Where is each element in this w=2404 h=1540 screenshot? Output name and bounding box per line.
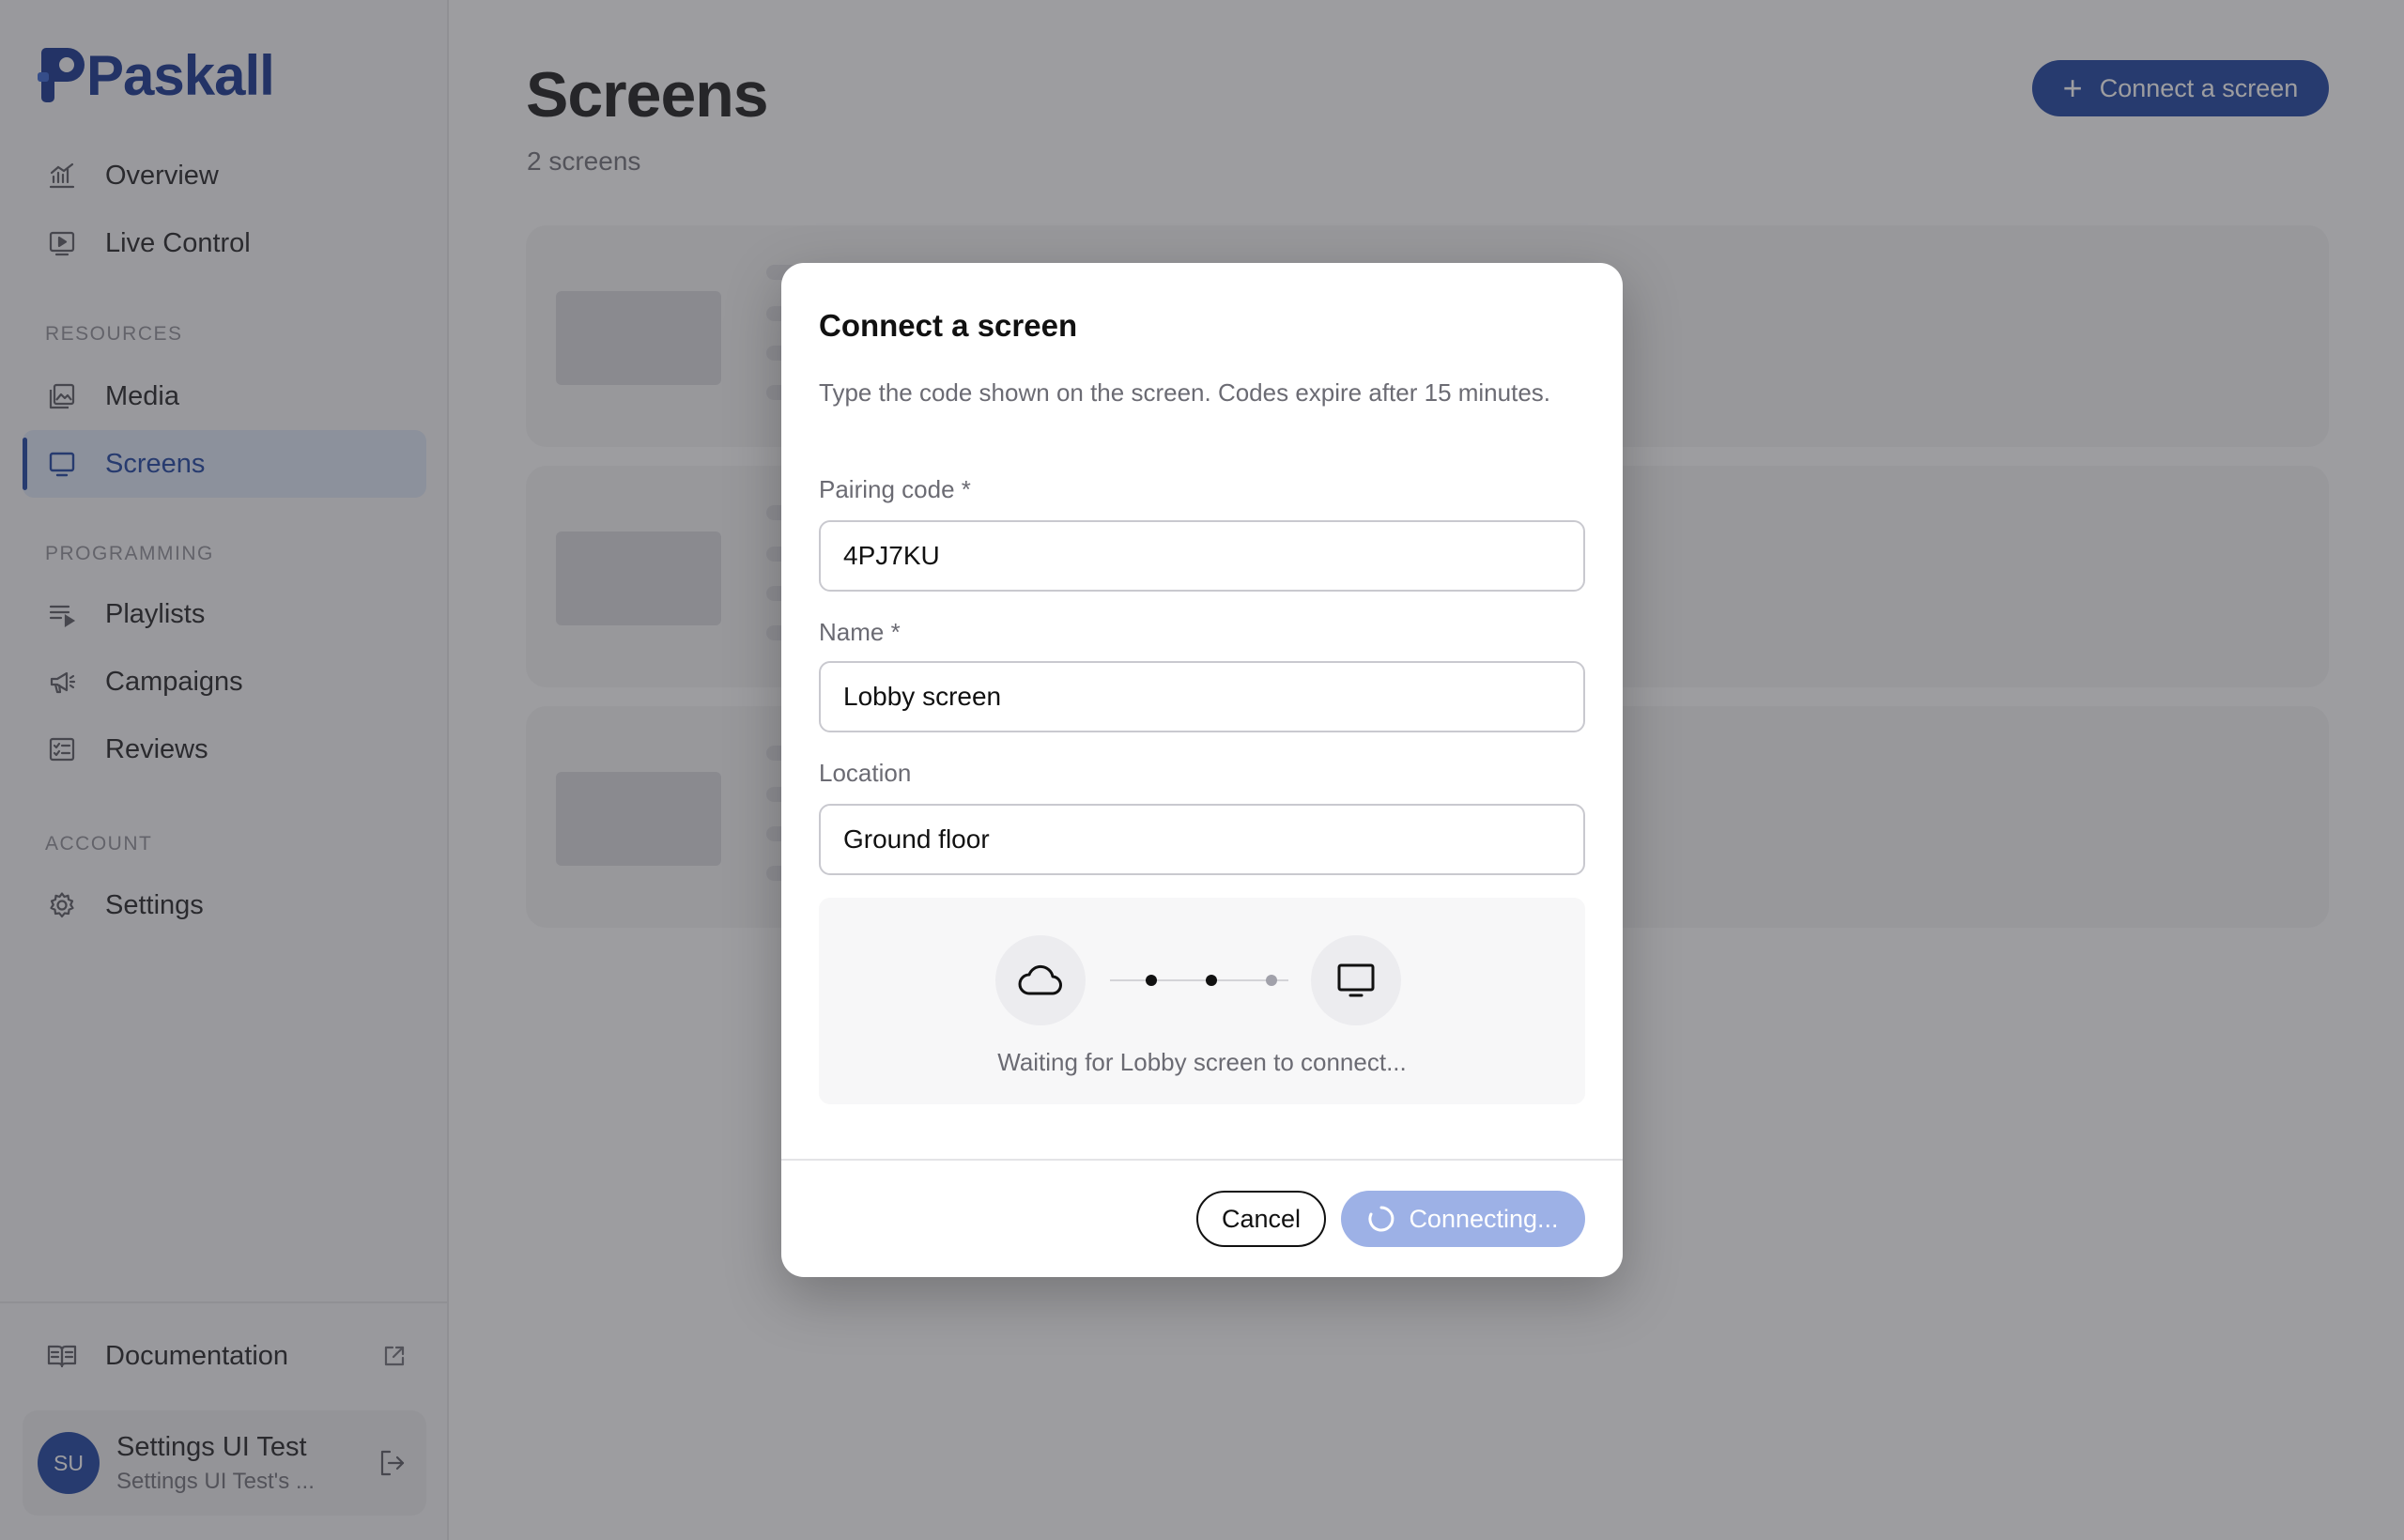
connection-status-text: Waiting for Lobby screen to connect... [997,1048,1407,1076]
location-input[interactable] [819,804,1585,875]
location-label: Location [819,759,912,787]
connect-screen-dialog: Connect a screen Type the code shown on … [781,263,1623,1277]
dialog-footer-divider [781,1159,1623,1161]
dialog-description: Type the code shown on the screen. Codes… [819,378,1551,407]
connection-status-panel: Waiting for Lobby screen to connect... [819,898,1585,1104]
connecting-button[interactable]: Connecting... [1341,1191,1585,1247]
monitor-icon [1311,935,1401,1025]
cloud-icon [995,935,1086,1025]
cancel-button[interactable]: Cancel [1196,1191,1326,1247]
progress-dot [1266,975,1277,986]
progress-dot [1146,975,1157,986]
connection-line [1110,979,1288,981]
name-input[interactable] [819,661,1585,732]
pairing-code-label: Pairing code * [819,475,971,503]
connecting-label: Connecting... [1409,1204,1559,1233]
spinner-icon [1367,1205,1395,1233]
progress-dot [1206,975,1217,986]
pairing-code-input[interactable] [819,520,1585,592]
name-label: Name * [819,618,901,646]
dialog-title: Connect a screen [819,308,1078,343]
